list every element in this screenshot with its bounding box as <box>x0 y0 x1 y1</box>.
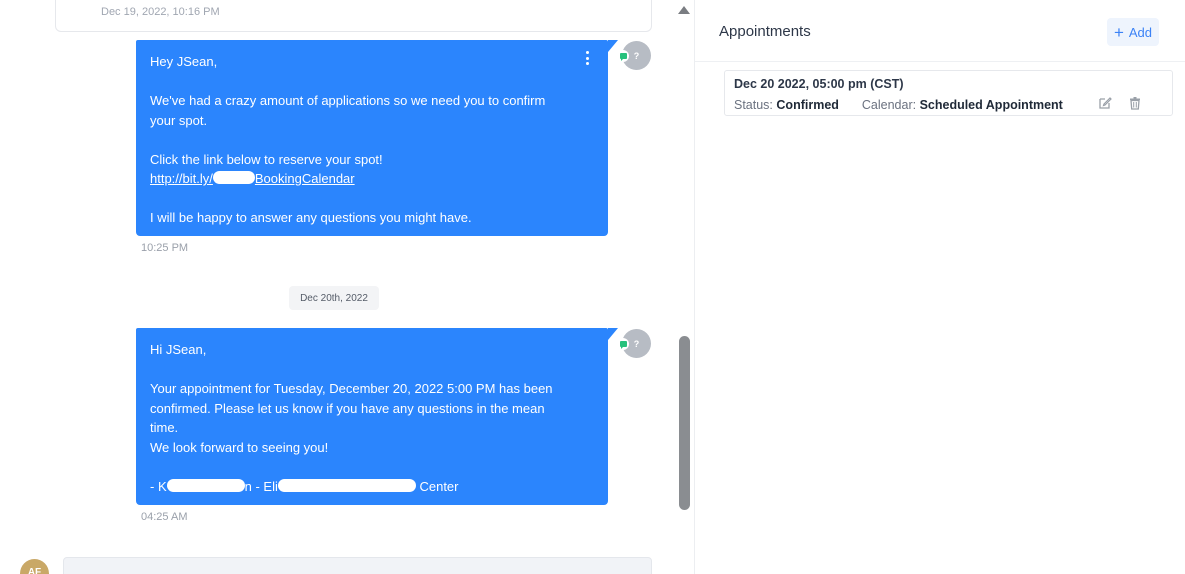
message-line: We've had a crazy amount of applications… <box>150 93 546 108</box>
sms-icon <box>617 338 629 350</box>
calendar-label: Calendar: <box>861 98 917 112</box>
message-menu-icon[interactable] <box>582 51 592 65</box>
redacted-text <box>212 171 255 184</box>
redacted-text <box>277 478 416 492</box>
edit-icon[interactable] <box>1098 96 1112 110</box>
message-timestamp: 04:25 AM <box>141 511 188 523</box>
message-line <box>150 130 594 150</box>
sms-icon <box>617 50 629 62</box>
appointment-card[interactable]: Dec 20 2022, 05:00 pm (CST) Status: Conf… <box>724 70 1173 116</box>
message-line: Hey JSean, <box>150 54 218 69</box>
inbound-message-card <box>63 557 652 574</box>
status-value: Confirmed <box>776 98 839 112</box>
appointments-pane: Appointments + Add Dec 20 2022, 05:00 pm… <box>695 0 1185 574</box>
booking-link[interactable]: http://bit.ly/BookingCalendar <box>150 171 355 186</box>
signature-line: - Kn - Eli Center <box>150 478 459 494</box>
appointments-header: Appointments + Add <box>695 0 1185 62</box>
app-root: Dec 19, 2022, 10:16 PM Hey JSean, We've … <box>0 0 1185 574</box>
message-line: We look forward to seeing you! <box>150 439 329 455</box>
message-line <box>150 457 594 477</box>
message-line: Your appointment for Tuesday, December 2… <box>150 381 553 396</box>
appointment-meta: Status: Confirmed Calendar: Scheduled Ap… <box>734 98 1063 112</box>
add-button-label: Add <box>1128 24 1153 40</box>
message-line: your spot. <box>150 112 208 128</box>
scrollbar-thumb[interactable] <box>679 336 690 510</box>
outbound-message-bubble: Hey JSean, We've had a crazy amount of a… <box>136 40 618 236</box>
status-label: Status: <box>734 98 773 112</box>
inbound-avatar[interactable]: AF <box>20 559 49 574</box>
appointment-date: Dec 20 2022, 05:00 pm (CST) <box>734 77 904 91</box>
date-separator: Dec 20th, 2022 <box>289 286 379 310</box>
message-line: I will be happy to answer any questions … <box>150 210 472 225</box>
message-timestamp: 10:25 PM <box>141 242 189 254</box>
message-line <box>150 189 594 209</box>
message-line <box>150 72 594 92</box>
message-line: time. <box>150 420 179 435</box>
conversation-pane: Dec 19, 2022, 10:16 PM Hey JSean, We've … <box>0 0 694 574</box>
booking-link-line: http://bit.ly/BookingCalendar <box>150 169 594 189</box>
message-line: Click the link below to reserve your spo… <box>150 151 383 167</box>
appointments-title: Appointments <box>719 23 811 40</box>
redacted-text <box>166 478 245 492</box>
outbound-message-bubble: Hi JSean, Your appointment for Tuesday, … <box>136 328 618 505</box>
previous-message-timestamp: Dec 19, 2022, 10:16 PM <box>101 6 220 18</box>
scroll-up-arrow-icon[interactable] <box>678 6 690 14</box>
trash-icon[interactable] <box>1128 96 1142 110</box>
calendar-value: Scheduled Appointment <box>919 98 1063 112</box>
plus-icon: + <box>1113 22 1124 42</box>
message-line: confirmed. Please let us know if you hav… <box>150 400 545 416</box>
message-line <box>150 360 594 380</box>
message-line: Hi JSean, <box>150 342 207 357</box>
add-appointment-button[interactable]: + Add <box>1107 18 1159 46</box>
